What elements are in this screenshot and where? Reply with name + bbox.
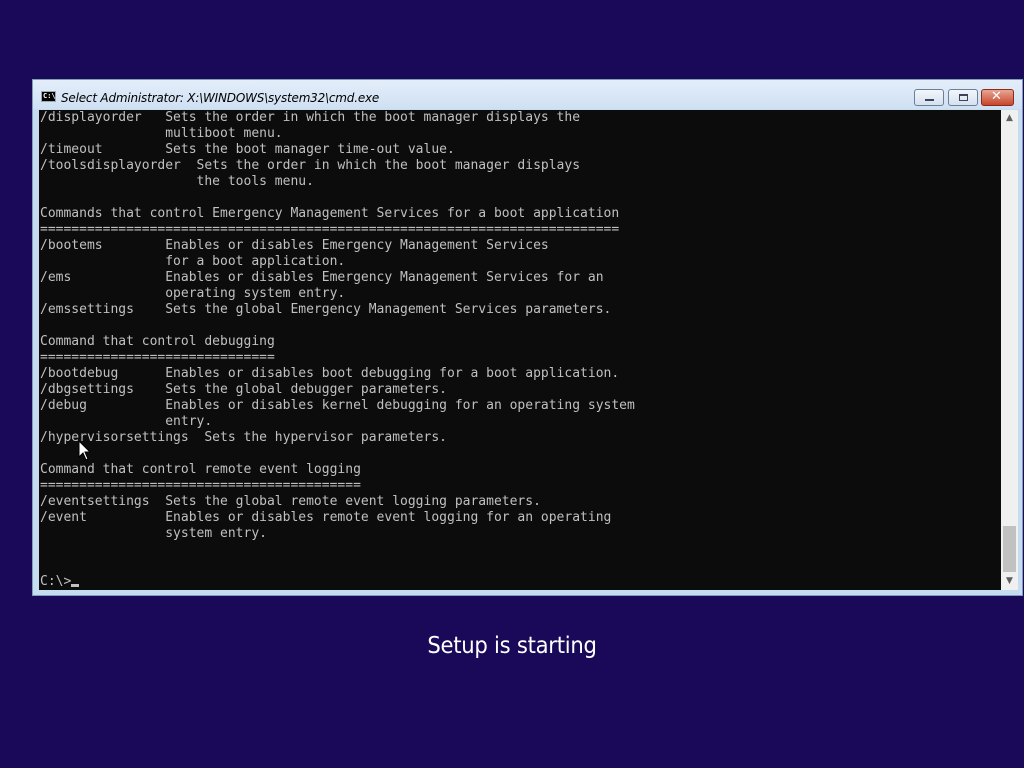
console-line: /toolsdisplayorder Sets the order in whi… — [40, 158, 581, 173]
console-line: /hypervisorsettings Sets the hypervisor … — [40, 430, 447, 445]
console-line: ========================================… — [40, 478, 361, 493]
setup-status-text: Setup is starting — [427, 633, 597, 659]
title-bar[interactable]: C:\ Select Administrator: X:\WINDOWS\sys… — [33, 80, 1022, 109]
console-line: /bootdebug Enables or disables boot debu… — [40, 366, 620, 381]
console-output[interactable]: /displayorder Sets the order in which th… — [39, 110, 1001, 590]
scrollbar-thumb[interactable] — [1003, 526, 1016, 572]
console-line: Command that control debugging — [40, 334, 275, 349]
close-button[interactable]: ✕ — [981, 89, 1014, 106]
console-line: /bootems Enables or disables Emergency M… — [40, 238, 549, 253]
text-cursor — [71, 584, 80, 587]
console-line: Command that control remote event loggin… — [40, 462, 361, 477]
cmd-window: C:\ Select Administrator: X:\WINDOWS\sys… — [32, 79, 1023, 596]
mouse-pointer-icon — [78, 440, 92, 461]
console-line: system entry. — [40, 526, 267, 541]
console-line: /emssettings Sets the global Emergency M… — [40, 302, 612, 317]
cmd-icon[interactable]: C:\ — [41, 91, 56, 102]
close-icon: ✕ — [991, 89, 1002, 104]
console-line: /eventsettings Sets the global remote ev… — [40, 494, 541, 509]
console-line: operating system entry. — [40, 286, 346, 301]
maximize-button[interactable] — [948, 89, 978, 106]
console-line: Commands that control Emergency Manageme… — [40, 206, 620, 221]
window-title: Select Administrator: X:\WINDOWS\system3… — [61, 91, 380, 105]
cmd-icon-label: C:\ — [43, 92, 56, 100]
console-line: /event Enables or disables remote event … — [40, 510, 612, 525]
console-line: ============================== — [40, 350, 275, 365]
console-line: /ems Enables or disables Emergency Manag… — [40, 270, 604, 285]
vertical-scrollbar[interactable]: ▲ ▼ — [1001, 110, 1018, 590]
command-prompt[interactable]: C:\> — [40, 574, 71, 589]
console-text: /displayorder Sets the order in which th… — [39, 110, 1001, 590]
console-line: entry. — [40, 414, 213, 429]
console-line: /displayorder Sets the order in which th… — [40, 110, 581, 125]
minimize-icon — [925, 99, 934, 101]
console-line: /dbgsettings Sets the global debugger pa… — [40, 382, 447, 397]
console-line: for a boot application. — [40, 254, 346, 269]
console-line: ========================================… — [40, 222, 620, 237]
console-line: /debug Enables or disables kernel debugg… — [40, 398, 635, 413]
maximize-icon — [959, 94, 968, 101]
console-line: /timeout Sets the boot manager time-out … — [40, 142, 455, 157]
minimize-button[interactable] — [914, 89, 944, 106]
console-line: multiboot menu. — [40, 126, 283, 141]
scroll-up-icon[interactable]: ▲ — [1001, 110, 1018, 127]
console-line: the tools menu. — [40, 174, 314, 189]
scroll-down-icon[interactable]: ▼ — [1001, 573, 1018, 590]
